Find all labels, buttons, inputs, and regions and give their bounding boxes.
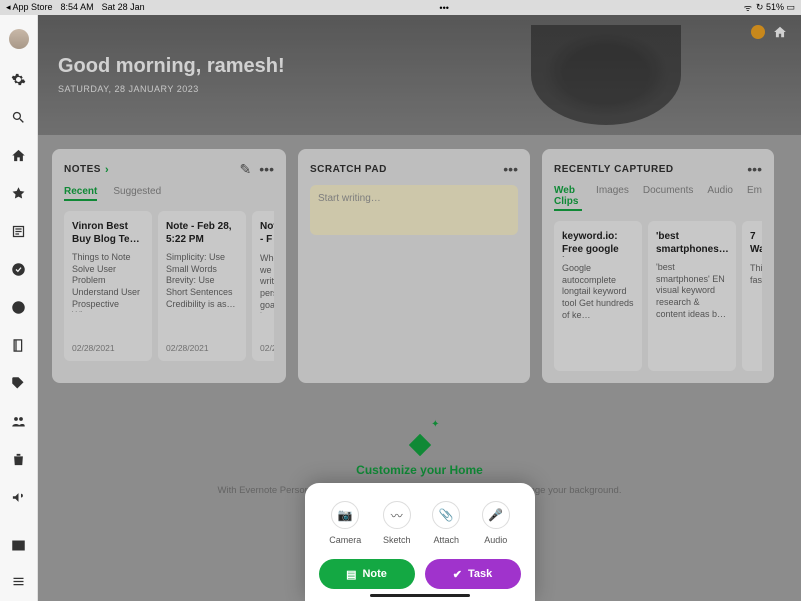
- notebooks-icon[interactable]: [11, 337, 27, 353]
- new-note-sheet: 📷 Camera 〰 Sketch 📎 Attach 🎤 Audio: [305, 483, 535, 601]
- note-card[interactable]: Note - Feb 28, 5:22 PM Simplicity: Use S…: [158, 211, 246, 361]
- captured-widget: RECENTLY CAPTURED ••• Web Clips Images D…: [542, 149, 774, 383]
- avatar[interactable]: [9, 29, 29, 49]
- mic-icon: 🎤: [482, 501, 510, 529]
- wifi-icon: ᯤ: [744, 1, 752, 14]
- note-card[interactable]: Note - F 5:19 PM When we writing persuas…: [252, 211, 274, 361]
- new-note-icon[interactable]: ✎: [240, 161, 252, 178]
- trash-icon[interactable]: [11, 451, 27, 467]
- clock-icon[interactable]: [11, 299, 27, 315]
- content-area: Good morning, ramesh! SATURDAY, 28 JANUA…: [38, 15, 801, 601]
- tab-images[interactable]: Images: [596, 185, 629, 211]
- sidebar: [0, 15, 38, 601]
- scratch-more-icon[interactable]: •••: [503, 161, 518, 177]
- notes-more-icon[interactable]: •••: [259, 161, 274, 178]
- customize-title[interactable]: Customize your Home: [52, 463, 787, 477]
- scratch-title: SCRATCH PAD: [310, 164, 387, 175]
- pill-icon: •••: [439, 3, 448, 13]
- sheet-audio[interactable]: 🎤 Audio: [482, 501, 510, 545]
- task-button[interactable]: ✔ Task: [425, 559, 521, 589]
- hero: Good morning, ramesh! SATURDAY, 28 JANUA…: [38, 15, 801, 135]
- tab-webclips[interactable]: Web Clips: [554, 185, 582, 211]
- capture-card[interactable]: 7 Ways Into Yo Think fas: [742, 221, 762, 371]
- chevron-right-icon: ›: [105, 164, 109, 176]
- scratchpad-widget: SCRATCH PAD ••• Start writing…: [298, 149, 530, 383]
- home-icon[interactable]: [11, 147, 27, 163]
- customize-icon: [404, 423, 436, 455]
- star-icon[interactable]: [11, 185, 27, 201]
- tab-recent[interactable]: Recent: [64, 186, 97, 201]
- menu-icon[interactable]: [11, 573, 27, 589]
- notes-widget: NOTES› ✎ ••• Recent Suggested Vinron Bes…: [52, 149, 286, 383]
- sketch-icon: 〰: [383, 501, 411, 529]
- tag-icon[interactable]: [11, 375, 27, 391]
- tab-suggested[interactable]: Suggested: [113, 186, 161, 201]
- search-icon[interactable]: [11, 109, 27, 125]
- back-to-app[interactable]: ◂ App Store: [6, 2, 53, 13]
- attach-icon: 📎: [432, 501, 460, 529]
- note-button[interactable]: ▤ Note: [319, 559, 415, 589]
- task-icon: ✔: [453, 568, 462, 581]
- notes-title[interactable]: NOTES›: [64, 164, 109, 176]
- sheet-attach[interactable]: 📎 Attach: [432, 501, 460, 545]
- capture-card[interactable]: keyword.io: Free google l… Google autoco…: [554, 221, 642, 371]
- note-icon: ▤: [346, 568, 356, 581]
- camera-icon: 📷: [331, 501, 359, 529]
- announce-icon[interactable]: [11, 489, 27, 505]
- notes-icon[interactable]: [11, 223, 27, 239]
- home-widget-icon[interactable]: [773, 25, 787, 39]
- collapse-icon[interactable]: [11, 537, 27, 553]
- capture-card[interactable]: 'best smartphones… 'best smartphones' EN…: [648, 221, 736, 371]
- tab-audio[interactable]: Audio: [707, 185, 733, 211]
- sheet-sketch[interactable]: 〰 Sketch: [383, 501, 411, 545]
- shared-icon[interactable]: [11, 413, 27, 429]
- status-bar: ◂ App Store 8:54 AM Sat 28 Jan ••• ᯤ ↻ 5…: [0, 0, 801, 15]
- tab-documents[interactable]: Documents: [643, 185, 694, 211]
- tasks-icon[interactable]: [11, 261, 27, 277]
- captured-title: RECENTLY CAPTURED: [554, 164, 674, 175]
- scratch-input[interactable]: Start writing…: [310, 185, 518, 235]
- gear-icon[interactable]: [11, 71, 27, 87]
- battery-percent: ↻ 51% ▭: [756, 2, 795, 13]
- status-time: 8:54 AM: [61, 2, 94, 13]
- home-indicator[interactable]: [370, 594, 470, 597]
- greeting-text: Good morning, ramesh!: [58, 55, 781, 78]
- status-date: Sat 28 Jan: [102, 2, 145, 13]
- sheet-camera[interactable]: 📷 Camera: [329, 501, 361, 545]
- note-card[interactable]: Vinron Best Buy Blog Te… Things to Note …: [64, 211, 152, 361]
- captured-more-icon[interactable]: •••: [747, 161, 762, 177]
- upgrade-badge[interactable]: [751, 25, 765, 39]
- tab-emails[interactable]: Em: [747, 185, 762, 211]
- greeting-date: SATURDAY, 28 JANUARY 2023: [58, 84, 781, 94]
